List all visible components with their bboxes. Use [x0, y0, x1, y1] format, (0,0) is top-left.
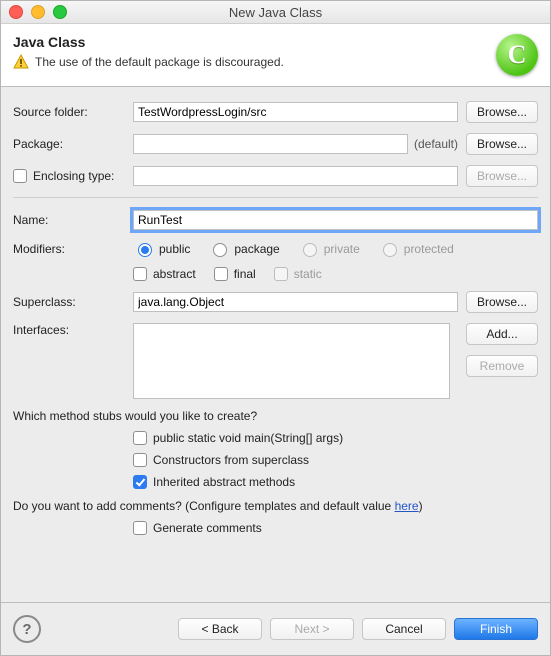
- modifier-abstract-checkbox[interactable]: abstract: [133, 267, 196, 281]
- finish-button[interactable]: Finish: [454, 618, 538, 640]
- window-title: New Java Class: [1, 5, 550, 20]
- modifier-protected-radio: protected: [378, 240, 454, 257]
- dialog-window: New Java Class Java Class The use of the…: [0, 0, 551, 656]
- warning-text: The use of the default package is discou…: [35, 55, 284, 69]
- name-label: Name:: [13, 213, 133, 227]
- package-input[interactable]: [133, 134, 408, 154]
- modifier-package-radio[interactable]: package: [208, 240, 279, 257]
- interfaces-label: Interfaces:: [13, 323, 133, 337]
- method-stubs-question: Which method stubs would you like to cre…: [13, 409, 538, 423]
- package-label: Package:: [13, 137, 133, 151]
- modifier-static-checkbox: static: [274, 267, 322, 281]
- modifier-final-checkbox[interactable]: final: [214, 267, 256, 281]
- stub-constructors-checkbox[interactable]: Constructors from superclass: [133, 453, 538, 467]
- titlebar: New Java Class: [1, 1, 550, 24]
- configure-templates-link[interactable]: here: [395, 499, 419, 513]
- interfaces-list[interactable]: [133, 323, 450, 399]
- enclosing-type-input: [133, 166, 458, 186]
- superclass-label: Superclass:: [13, 295, 133, 309]
- header: Java Class The use of the default packag…: [1, 24, 550, 87]
- form-body: Source folder: Browse... Package: (defau…: [1, 87, 550, 602]
- source-folder-label: Source folder:: [13, 105, 133, 119]
- class-icon: C: [496, 34, 538, 76]
- package-default-hint: (default): [414, 137, 458, 151]
- modifier-public-radio[interactable]: public: [133, 240, 190, 257]
- modifiers-label: Modifiers:: [13, 242, 133, 256]
- interfaces-add-button[interactable]: Add...: [466, 323, 538, 345]
- modifier-private-radio: private: [298, 240, 360, 257]
- cancel-button[interactable]: Cancel: [362, 618, 446, 640]
- enclosing-type-browse-button: Browse...: [466, 165, 538, 187]
- separator: [13, 197, 538, 198]
- interfaces-remove-button: Remove: [466, 355, 538, 377]
- back-button[interactable]: < Back: [178, 618, 262, 640]
- generate-comments-checkbox[interactable]: Generate comments: [133, 521, 538, 535]
- warning-icon: [13, 54, 29, 70]
- enclosing-type-checkbox[interactable]: Enclosing type:: [13, 169, 133, 183]
- superclass-browse-button[interactable]: Browse...: [466, 291, 538, 313]
- next-button: Next >: [270, 618, 354, 640]
- superclass-input[interactable]: [133, 292, 458, 312]
- comments-question: Do you want to add comments? (Configure …: [13, 499, 538, 513]
- stub-inherited-checkbox[interactable]: Inherited abstract methods: [133, 475, 538, 489]
- name-input[interactable]: [133, 210, 538, 230]
- package-browse-button[interactable]: Browse...: [466, 133, 538, 155]
- help-icon[interactable]: ?: [13, 615, 41, 643]
- source-folder-browse-button[interactable]: Browse...: [466, 101, 538, 123]
- footer: ? < Back Next > Cancel Finish: [1, 602, 550, 655]
- source-folder-input[interactable]: [133, 102, 458, 122]
- page-title: Java Class: [13, 34, 284, 50]
- stub-main-checkbox[interactable]: public static void main(String[] args): [133, 431, 538, 445]
